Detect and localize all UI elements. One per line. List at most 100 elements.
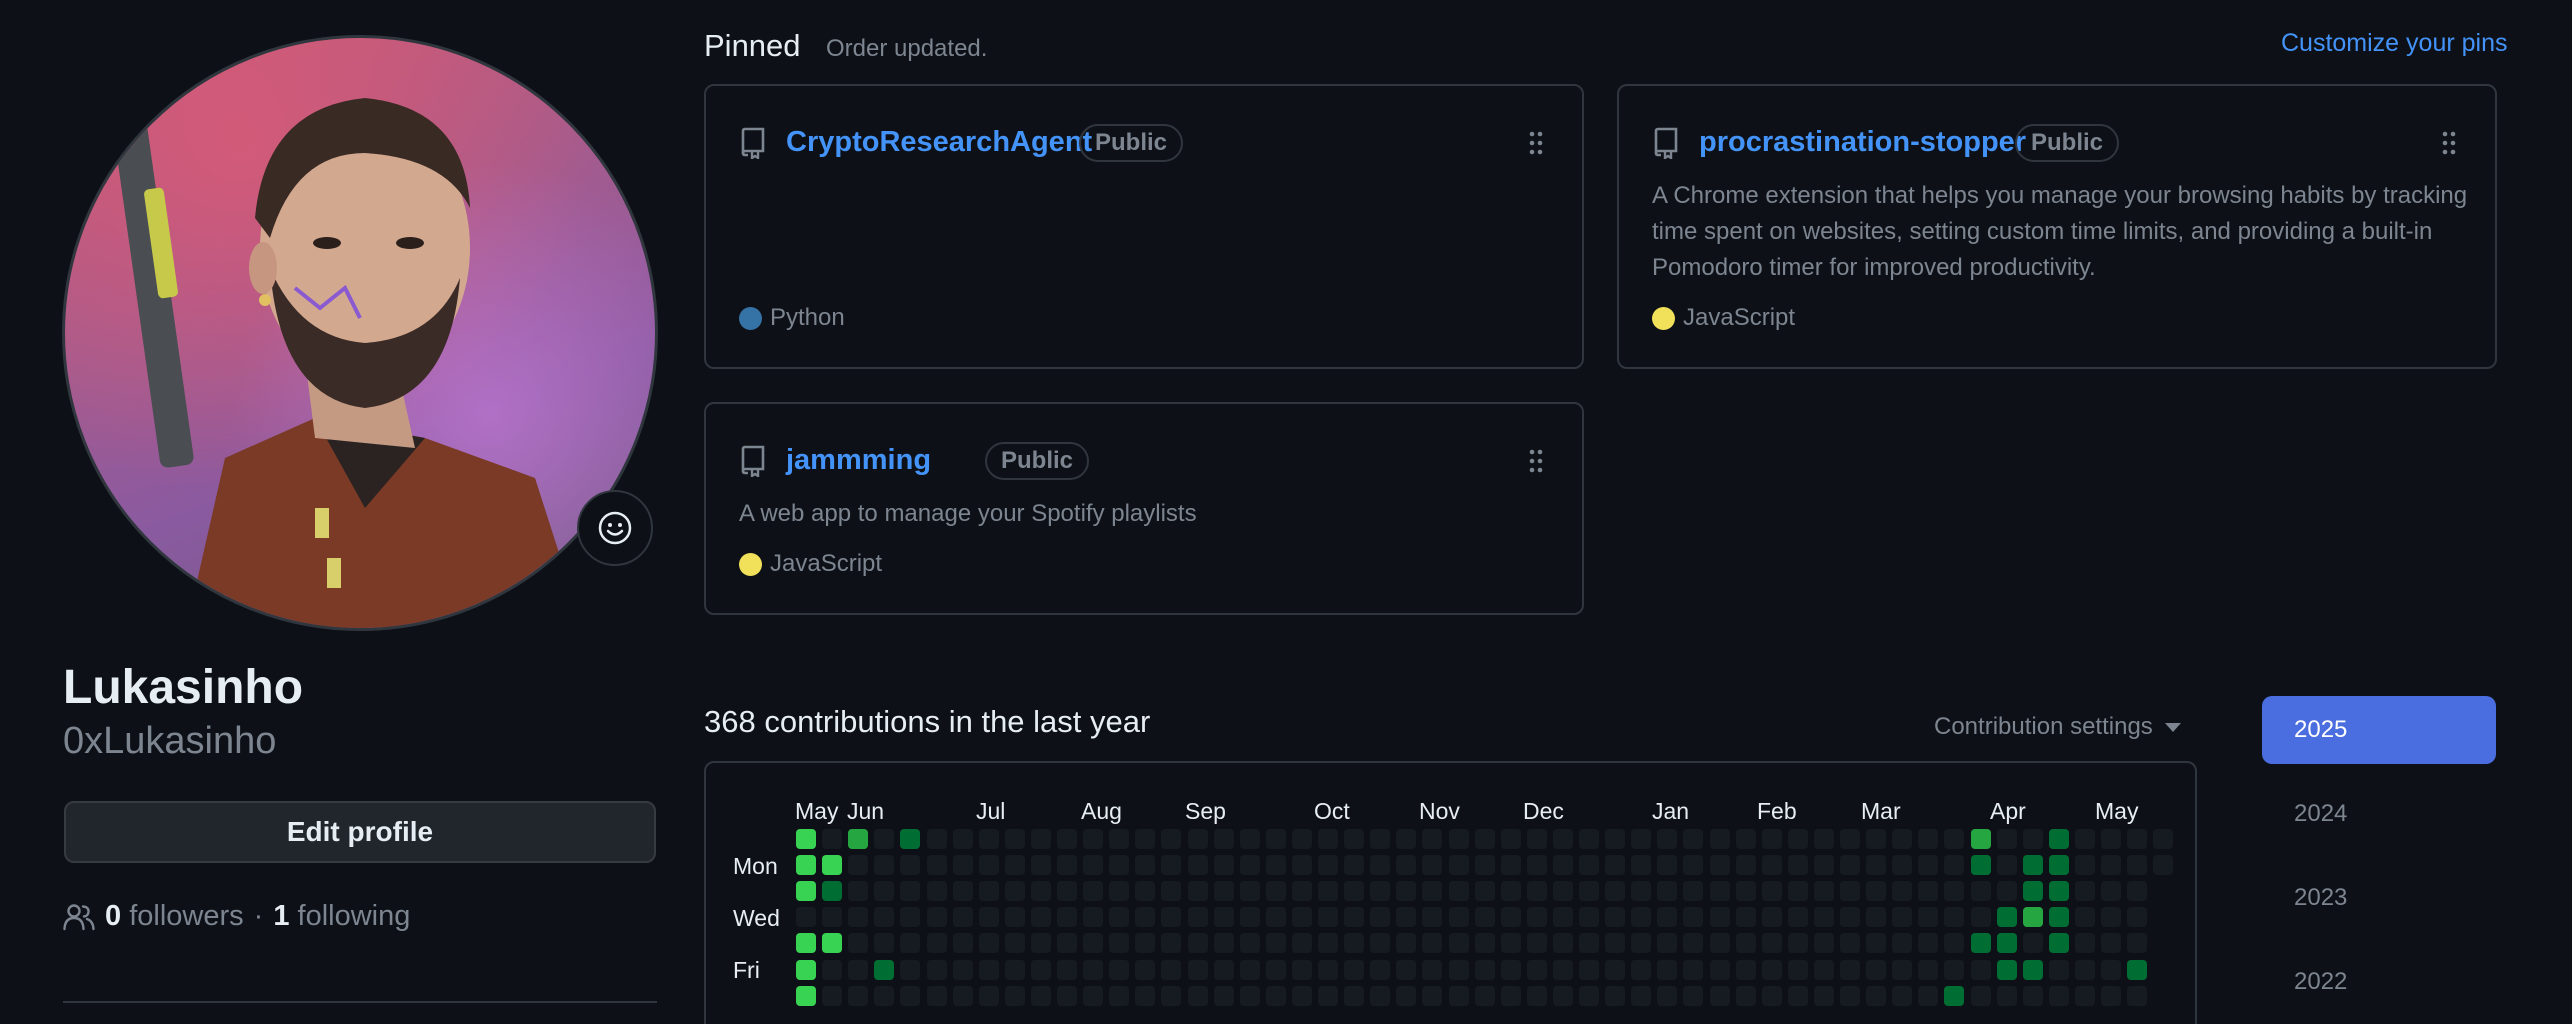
contribution-day[interactable]	[1996, 829, 2017, 849]
avatar[interactable]	[62, 35, 658, 631]
contribution-day[interactable]	[1657, 985, 1678, 1006]
contribution-day[interactable]	[2022, 829, 2043, 849]
contribution-day[interactable]	[1683, 959, 1704, 980]
contribution-day[interactable]	[1448, 881, 1469, 902]
contribution-day[interactable]	[2074, 881, 2095, 902]
contribution-day[interactable]	[1892, 959, 1913, 980]
contribution-day[interactable]	[1109, 959, 1130, 980]
contribution-day[interactable]	[1918, 959, 1939, 980]
contribution-day[interactable]	[1657, 881, 1678, 902]
contribution-day[interactable]	[1213, 933, 1234, 954]
year-2022-button[interactable]: 2022	[2262, 948, 2496, 1016]
contribution-day[interactable]	[1135, 829, 1156, 849]
contribution-day[interactable]	[1187, 855, 1208, 876]
contribution-day[interactable]	[1631, 907, 1652, 928]
contribution-day[interactable]	[1109, 907, 1130, 928]
contribution-day[interactable]	[1213, 907, 1234, 928]
contribution-day[interactable]	[1761, 907, 1782, 928]
contribution-day[interactable]	[1239, 985, 1260, 1006]
contribution-day[interactable]	[1135, 855, 1156, 876]
set-status-button[interactable]	[577, 490, 653, 566]
contribution-day[interactable]	[1709, 959, 1730, 980]
contribution-day[interactable]	[1161, 881, 1182, 902]
contribution-day[interactable]	[1735, 829, 1756, 849]
contribution-day[interactable]	[1318, 933, 1338, 954]
contribution-day[interactable]	[1526, 985, 1547, 1006]
contribution-day[interactable]	[1552, 829, 1573, 849]
contribution-day[interactable]	[1735, 959, 1756, 980]
contribution-day[interactable]	[796, 907, 816, 928]
contribution-day[interactable]	[1370, 829, 1391, 849]
contribution-day[interactable]	[1605, 829, 1626, 849]
contribution-day[interactable]	[1579, 933, 1599, 954]
contribution-day[interactable]	[926, 959, 947, 980]
contribution-day[interactable]	[1944, 985, 1965, 1006]
contribution-day[interactable]	[2101, 829, 2121, 849]
contribution-day[interactable]	[796, 959, 816, 980]
following-link[interactable]: 1 following	[273, 900, 410, 933]
contribution-day[interactable]	[874, 829, 895, 849]
contribution-day[interactable]	[1761, 959, 1782, 980]
contribution-day[interactable]	[1996, 933, 2017, 954]
contribution-day[interactable]	[1605, 985, 1626, 1006]
contribution-day[interactable]	[1970, 959, 1991, 980]
contribution-day[interactable]	[1526, 933, 1547, 954]
contribution-day[interactable]	[2048, 829, 2069, 849]
contribution-day[interactable]	[1057, 829, 1077, 849]
contribution-day[interactable]	[1996, 881, 2017, 902]
contribution-day[interactable]	[1787, 933, 1808, 954]
contribution-day[interactable]	[1318, 855, 1338, 876]
contribution-day[interactable]	[1187, 907, 1208, 928]
contribution-day[interactable]	[1109, 881, 1130, 902]
contribution-day[interactable]	[1892, 985, 1913, 1006]
contribution-day[interactable]	[1265, 881, 1286, 902]
contribution-day[interactable]	[1552, 855, 1573, 876]
contribution-day[interactable]	[2048, 881, 2069, 902]
year-2023-button[interactable]: 2023	[2262, 864, 2496, 932]
contribution-day[interactable]	[1866, 985, 1887, 1006]
contribution-day[interactable]	[1030, 959, 1051, 980]
contribution-day[interactable]	[1291, 985, 1312, 1006]
contribution-day[interactable]	[1265, 907, 1286, 928]
contribution-day[interactable]	[1657, 829, 1678, 849]
contribution-day[interactable]	[848, 933, 869, 954]
contribution-day[interactable]	[2101, 855, 2121, 876]
contribution-day[interactable]	[1944, 855, 1965, 876]
contribution-day[interactable]	[1605, 959, 1626, 980]
contribution-day[interactable]	[848, 907, 869, 928]
contribution-day[interactable]	[1500, 985, 1521, 1006]
contribution-day[interactable]	[1161, 855, 1182, 876]
contribution-day[interactable]	[1422, 985, 1443, 1006]
contribution-day[interactable]	[1996, 855, 2017, 876]
drag-handle-icon[interactable]	[1528, 130, 1544, 156]
contribution-day[interactable]	[2127, 881, 2148, 902]
contribution-day[interactable]	[2048, 959, 2069, 980]
contribution-day[interactable]	[952, 933, 973, 954]
contribution-day[interactable]	[1683, 855, 1704, 876]
contribution-day[interactable]	[1265, 959, 1286, 980]
contribution-day[interactable]	[1187, 829, 1208, 849]
contribution-day[interactable]	[1213, 829, 1234, 849]
contribution-day[interactable]	[1840, 985, 1860, 1006]
contribution-day[interactable]	[2022, 985, 2043, 1006]
contribution-day[interactable]	[1892, 855, 1913, 876]
contribution-day[interactable]	[1631, 855, 1652, 876]
contribution-day[interactable]	[1840, 959, 1860, 980]
contribution-day[interactable]	[1474, 985, 1495, 1006]
drag-handle-icon[interactable]	[2441, 130, 2457, 156]
contribution-day[interactable]	[822, 907, 843, 928]
contribution-day[interactable]	[1109, 829, 1130, 849]
contribution-day[interactable]	[1657, 907, 1678, 928]
contribution-day[interactable]	[1396, 907, 1417, 928]
contribution-day[interactable]	[1057, 933, 1077, 954]
contribution-day[interactable]	[1813, 907, 1834, 928]
contribution-day[interactable]	[1474, 907, 1495, 928]
contribution-day[interactable]	[952, 985, 973, 1006]
contribution-day[interactable]	[1004, 881, 1025, 902]
year-2024-button[interactable]: 2024	[2262, 780, 2496, 848]
contribution-day[interactable]	[1579, 907, 1599, 928]
contribution-settings-dropdown[interactable]: Contribution settings	[1934, 713, 2181, 741]
contribution-day[interactable]	[822, 855, 843, 876]
contribution-day[interactable]	[1161, 959, 1182, 980]
contribution-day[interactable]	[1004, 907, 1025, 928]
